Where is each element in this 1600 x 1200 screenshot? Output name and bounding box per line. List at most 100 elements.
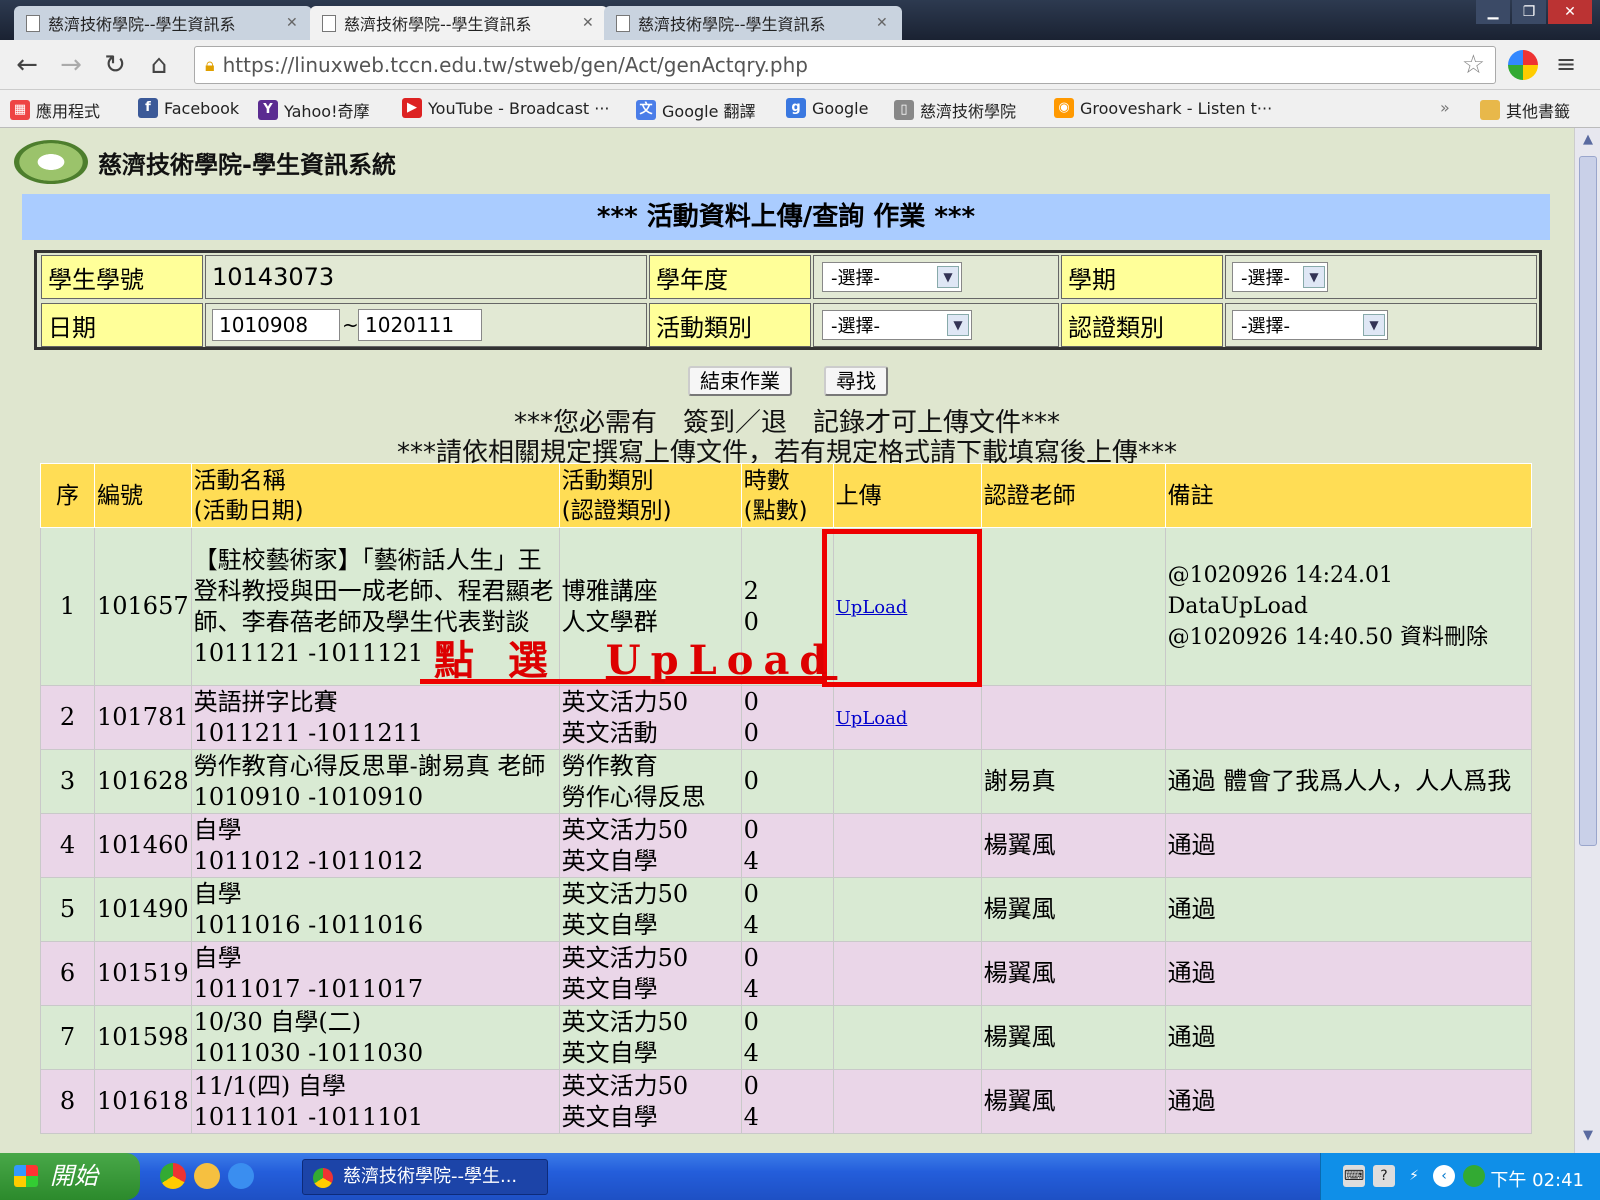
cell-seq: 1	[40, 527, 95, 686]
page-icon	[322, 14, 336, 32]
date-to-input[interactable]: 1020111	[358, 309, 482, 341]
tab-title: 慈濟技術學院--學生資訊系	[638, 15, 826, 34]
taskbar-window-button[interactable]: 慈濟技術學院--學生...	[302, 1159, 548, 1195]
bookmark-label: Google 翻譯	[662, 102, 756, 121]
cell-teacher: 楊翼風	[980, 1069, 1166, 1134]
header-teacher: 認證老師	[980, 463, 1166, 528]
cert-type-select-value: -選擇-	[1241, 316, 1290, 337]
bookmark-label: Yahoo!奇摩	[284, 102, 370, 121]
bookmark-apps[interactable]: ▦ 應用程式	[10, 98, 100, 122]
reload-icon[interactable]: ↻	[98, 48, 132, 82]
system-tray: ⌨ ? ⚡ ‹ 下午 02:41	[1320, 1153, 1600, 1200]
close-icon[interactable]: ✕	[286, 15, 298, 31]
term-select[interactable]: -選擇- ▼	[1232, 262, 1328, 292]
end-task-button[interactable]: 結束作業	[688, 366, 792, 396]
bookmark-youtube[interactable]: ▶ YouTube - Broadcast ···	[402, 98, 610, 118]
cell-upload	[832, 749, 982, 814]
minimize-icon[interactable]: ▁	[1476, 0, 1510, 24]
note-line: @1020926 14:24.01 DataUpLoad	[1167, 563, 1393, 619]
bookmarks-overflow-chevron-icon[interactable]: »	[1440, 98, 1450, 117]
window-close-icon[interactable]: ✕	[1548, 0, 1592, 24]
points: 0	[743, 767, 759, 795]
college-logo	[14, 140, 88, 184]
upload-link[interactable]: UpLoad	[836, 708, 908, 729]
bookmark-grooveshark[interactable]: ◉ Grooveshark - Listen t···	[1054, 98, 1272, 118]
scroll-up-icon[interactable]: ▲	[1579, 132, 1597, 150]
cell-seq: 4	[40, 813, 95, 878]
cell-seq: 2	[40, 685, 95, 750]
table-row: 8 101618 11/1(四) 自學 1011101 -1011101 英文活力…	[40, 1069, 1533, 1134]
cell-name: 11/1(四) 自學 1011101 -1011101	[190, 1069, 560, 1134]
vertical-scrollbar[interactable]: ▲ ▼	[1574, 128, 1600, 1153]
bookmark-yahoo[interactable]: Y Yahoo!奇摩	[258, 98, 370, 122]
activity-date: 1011017 -1011017	[193, 974, 424, 1003]
status-icon[interactable]	[1463, 1165, 1485, 1187]
cell-note: 通過	[1164, 813, 1533, 878]
activity-name: 自學	[193, 815, 242, 844]
activity-date: 1011211 -1011211	[193, 718, 424, 747]
date-from-input[interactable]: 1010908	[212, 309, 340, 341]
annotation-text: 點 選 UpLoad	[434, 628, 837, 686]
browser-tab-active[interactable]: 慈濟技術學院--學生資訊系 ✕	[310, 6, 608, 40]
help-icon[interactable]: ?	[1373, 1165, 1395, 1187]
hours: 0	[743, 879, 759, 908]
cell-upload	[832, 813, 982, 878]
browser-tab[interactable]: 慈濟技術學院--學生資訊系 ✕	[14, 6, 312, 40]
scroll-down-icon[interactable]: ▼	[1579, 1128, 1597, 1146]
cell-name: 自學 1011017 -1011017	[190, 941, 560, 1006]
search-button[interactable]: 尋找	[824, 366, 888, 396]
browser-tab[interactable]: 慈濟技術學院--學生資訊系 ✕	[604, 6, 902, 40]
back-arrow-icon[interactable]: ←	[10, 48, 44, 82]
scroll-thumb[interactable]	[1579, 156, 1597, 846]
browser-tab-strip: 慈濟技術學院--學生資訊系 ✕ 慈濟技術學院--學生資訊系 ✕ 慈濟技術學院--…	[0, 0, 1600, 40]
restore-icon[interactable]: ❐	[1512, 0, 1546, 24]
menu-icon[interactable]: ≡	[1556, 50, 1586, 78]
extension-icon[interactable]	[1508, 50, 1538, 80]
chevron-down-icon: ▼	[1303, 266, 1325, 288]
cell-name: 英語拼字比賽 1011211 -1011211	[190, 685, 560, 750]
folder-icon	[1480, 100, 1500, 120]
page-icon: ▯	[894, 100, 914, 120]
chrome-icon[interactable]	[160, 1163, 186, 1189]
page-banner: *** 活動資料上傳/查詢 作業 ***	[22, 194, 1550, 240]
other-bookmarks-label: 其他書籤	[1506, 102, 1571, 121]
home-icon[interactable]: ⌂	[142, 48, 176, 82]
cell-hours: 04	[740, 1069, 834, 1134]
bookmark-college[interactable]: ▯ 慈濟技術學院	[894, 98, 1016, 122]
points: 4	[743, 1102, 759, 1131]
media-player-icon[interactable]	[194, 1163, 220, 1189]
address-bar[interactable]: 🔒︎ https://linuxweb.tccn.edu.tw/stweb/ge…	[194, 46, 1496, 84]
bookmark-google-translate[interactable]: 文 Google 翻譯	[636, 98, 756, 122]
cell-teacher	[980, 527, 1166, 686]
cell-upload	[832, 1005, 982, 1070]
hours: 0	[743, 687, 759, 716]
activity-type-select[interactable]: -選擇- ▼	[822, 310, 972, 340]
close-icon[interactable]: ✕	[876, 15, 888, 31]
cell-type: 英文活力50 英文自學	[558, 1005, 742, 1070]
cert-type-label: 認證類別	[1061, 303, 1223, 347]
year-select[interactable]: -選擇- ▼	[822, 262, 962, 292]
bookmarks-bar: ▦ 應用程式 f Facebook Y Yahoo!奇摩 ▶ YouTube - Bro…	[0, 90, 1600, 128]
network-icon[interactable]: ⚡	[1403, 1165, 1425, 1187]
close-icon[interactable]: ✕	[582, 15, 594, 31]
header-upload: 上傳	[832, 463, 982, 528]
bookmark-star-icon[interactable]: ☆	[1462, 50, 1485, 80]
bookmark-facebook[interactable]: f Facebook	[138, 98, 239, 118]
points: 4	[743, 910, 759, 939]
bookmark-google[interactable]: g Google	[786, 98, 868, 118]
header-note: 備註	[1164, 463, 1533, 528]
chevron-down-icon: ▼	[947, 314, 969, 336]
cell-upload: UpLoad	[832, 685, 982, 750]
start-label: 開始	[50, 1162, 98, 1190]
start-button[interactable]: 開始	[0, 1153, 140, 1200]
internet-explorer-icon[interactable]	[228, 1163, 254, 1189]
points: 4	[743, 1038, 759, 1067]
chevron-left-icon[interactable]: ‹	[1433, 1165, 1455, 1187]
cell-hours: 0	[740, 749, 834, 814]
table-row: 6 101519 自學 1011017 -1011017 英文活力50 英文自學 0…	[40, 941, 1533, 1006]
keyboard-icon[interactable]: ⌨	[1343, 1165, 1365, 1187]
forward-arrow-icon[interactable]: →	[54, 48, 88, 82]
cert-type-select[interactable]: -選擇- ▼	[1232, 310, 1388, 340]
cell-id: 101519	[94, 941, 192, 1006]
other-bookmarks[interactable]: 其他書籤	[1480, 98, 1570, 122]
